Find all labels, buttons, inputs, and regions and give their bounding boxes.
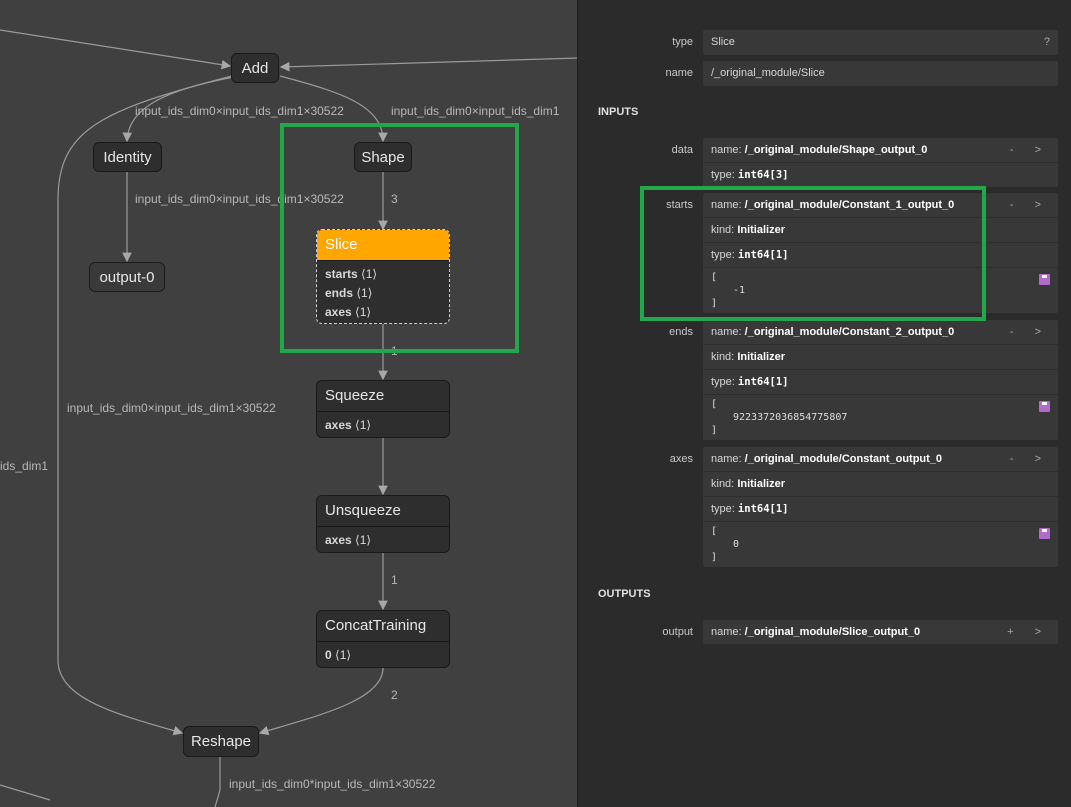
attr-key: axes: [325, 418, 352, 432]
expand-toggle-icon[interactable]: - >: [1010, 320, 1050, 344]
edge-label-unsqueeze-out: 1: [391, 573, 398, 587]
input-ends-value: [ 9223372036854775807 ]: [703, 395, 1058, 440]
expand-toggle-icon[interactable]: - >: [1010, 138, 1050, 162]
value: int64[1]: [737, 503, 789, 515]
help-icon[interactable]: ?: [1044, 30, 1050, 54]
node-output-0[interactable]: output-0: [89, 262, 165, 292]
input-axes-name-row: name: /_original_module/Constant_output_…: [703, 447, 1058, 472]
node-add[interactable]: Add: [231, 53, 279, 83]
output-box[interactable]: name: /_original_module/Slice_output_0 + …: [703, 620, 1058, 644]
node-unsqueeze[interactable]: Unsqueeze axes ⟨1⟩: [316, 495, 450, 553]
edge-label-add-left: input_ids_dim0×input_ids_dim1×30522: [135, 104, 344, 118]
key: name:: [711, 626, 742, 638]
input-data-type-row: type: int64[3]: [703, 163, 1058, 187]
value: /_original_module/Constant_output_0: [744, 453, 943, 465]
expand-toggle-icon[interactable]: - >: [1010, 447, 1050, 471]
tensor-value: 0: [733, 539, 740, 550]
inputs-heading: INPUTS: [598, 106, 639, 118]
input-axes-value: [ 0 ]: [703, 522, 1058, 567]
type-label: type: [672, 36, 693, 48]
outputs-heading: OUTPUTS: [598, 588, 651, 600]
key: name:: [711, 326, 742, 338]
node-unsqueeze-title: Unsqueeze: [317, 496, 449, 527]
edge-label-concat-out: 2: [391, 688, 398, 702]
input-data-label: data: [671, 144, 693, 156]
value: /_original_module/Slice_output_0: [744, 626, 921, 638]
bracket-close: ]: [711, 552, 718, 563]
edge-label-bypass: input_ids_dim0×input_ids_dim1×30522: [67, 401, 276, 415]
output-label: output: [662, 626, 693, 638]
key: type:: [711, 169, 735, 181]
node-concattraining[interactable]: ConcatTraining 0 ⟨1⟩: [316, 610, 450, 668]
save-icon[interactable]: [1039, 528, 1050, 539]
edge-label-add-right: input_ids_dim0×input_ids_dim1: [391, 104, 560, 118]
bracket-close: ]: [711, 425, 718, 436]
input-ends-name-row: name: /_original_module/Constant_2_outpu…: [703, 320, 1058, 345]
input-axes-box[interactable]: name: /_original_module/Constant_output_…: [703, 447, 1058, 567]
output-name-row: name: /_original_module/Slice_output_0 + …: [703, 620, 1058, 644]
graph-canvas[interactable]: input_ids_dim0×input_ids_dim1×30522 inpu…: [0, 0, 578, 807]
expand-toggle-icon[interactable]: - >: [1010, 193, 1050, 217]
expand-toggle-icon[interactable]: + >: [1007, 620, 1050, 644]
value: Initializer: [737, 351, 785, 363]
input-ends-box[interactable]: name: /_original_module/Constant_2_outpu…: [703, 320, 1058, 440]
attr-value: ⟨1⟩: [355, 418, 372, 432]
input-axes-type-row: type: int64[1]: [703, 497, 1058, 522]
input-ends-type-row: type: int64[1]: [703, 370, 1058, 395]
type-value: Slice?: [703, 30, 1058, 54]
key: kind:: [711, 351, 735, 363]
attr-value: ⟨1⟩: [335, 648, 352, 662]
name-value: /_original_module/Slice: [711, 67, 825, 79]
edge-label-left-edge: ids_dim1: [0, 459, 49, 473]
type-field[interactable]: Slice?: [703, 30, 1058, 55]
name-field[interactable]: /_original_module/Slice: [703, 61, 1058, 86]
key: type:: [711, 503, 735, 515]
node-identity[interactable]: Identity: [93, 142, 162, 172]
input-ends-kind-row: kind: Initializer: [703, 345, 1058, 370]
attr-key: axes: [325, 533, 352, 547]
type-value-text: Slice: [711, 36, 735, 48]
input-ends-label: ends: [669, 326, 693, 338]
value: int64[1]: [737, 376, 789, 388]
input-axes-kind-row: kind: Initializer: [703, 472, 1058, 497]
save-icon[interactable]: [1039, 401, 1050, 412]
bracket-open: [: [711, 526, 718, 537]
attr-key: 0: [325, 648, 332, 662]
attr-value: ⟨1⟩: [355, 533, 372, 547]
value: int64[3]: [737, 169, 789, 181]
bracket-open: [: [711, 399, 718, 410]
key: kind:: [711, 478, 735, 490]
tensor-value: 9223372036854775807: [733, 412, 848, 423]
value: /_original_module/Constant_2_output_0: [744, 326, 955, 338]
key: name:: [711, 144, 742, 156]
highlight-box-starts: [640, 186, 986, 321]
input-data-box[interactable]: name: /_original_module/Shape_output_0 - …: [703, 138, 1058, 187]
key: name:: [711, 453, 742, 465]
input-data-name-row: name: /_original_module/Shape_output_0 - …: [703, 138, 1058, 163]
node-concat-title: ConcatTraining: [317, 611, 449, 642]
edge-label-reshape-out: input_ids_dim0*input_ids_dim1×30522: [229, 777, 436, 791]
properties-panel: type Slice? name /_original_module/Slice…: [578, 0, 1071, 807]
node-reshape[interactable]: Reshape: [183, 726, 259, 757]
key: type:: [711, 376, 735, 388]
node-concat-attrs: 0 ⟨1⟩: [317, 642, 449, 669]
value: Initializer: [737, 478, 785, 490]
input-axes-label: axes: [669, 453, 693, 465]
save-icon[interactable]: [1039, 274, 1050, 285]
highlight-box: [280, 123, 519, 353]
node-unsqueeze-attrs: axes ⟨1⟩: [317, 527, 449, 554]
node-squeeze-attrs: axes ⟨1⟩: [317, 412, 449, 439]
value: /_original_module/Shape_output_0: [744, 144, 928, 156]
node-squeeze[interactable]: Squeeze axes ⟨1⟩: [316, 380, 450, 438]
name-label: name: [665, 67, 693, 79]
node-squeeze-title: Squeeze: [317, 381, 449, 412]
